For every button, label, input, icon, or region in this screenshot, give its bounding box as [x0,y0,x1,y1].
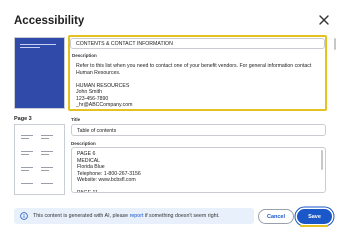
textarea-scrollbar[interactable] [321,150,323,170]
save-focus-marker [300,225,328,227]
description-label: Description [71,141,96,146]
info-icon [20,212,28,220]
page-thumbnail-page-3[interactable] [14,124,65,195]
dialog-title: Accessibility [14,15,85,27]
title-label: Title [71,117,81,122]
title-input[interactable]: Table of contents [71,124,326,136]
cancel-button[interactable]: Cancel [258,209,294,224]
page-thumbnail-cover[interactable] [14,37,65,109]
description-textarea[interactable]: Refer to this list when you need to cont… [70,59,325,109]
description-label: Description [72,53,97,58]
save-button[interactable]: Save [297,209,332,224]
page-label: Page 3 [14,116,32,122]
ai-notice-suffix: if something doesn't seem right. [144,213,220,219]
accessibility-dialog: Accessibility Page 3 CONTENTS & CONTACT … [0,0,344,242]
ai-notice-text: This content is generated with AI, pleas… [33,213,220,219]
description-textarea[interactable]: PAGE 6 MEDICAL Florida Blue Telephone: 1… [71,147,326,193]
close-icon[interactable] [318,14,330,26]
dialog-scrollbar[interactable] [334,38,336,50]
ai-notice-prefix: This content is generated with AI, pleas… [33,213,129,219]
heading-input[interactable]: CONTENTS & CONTACT INFORMATION [70,38,325,49]
report-link[interactable]: report [130,213,144,219]
